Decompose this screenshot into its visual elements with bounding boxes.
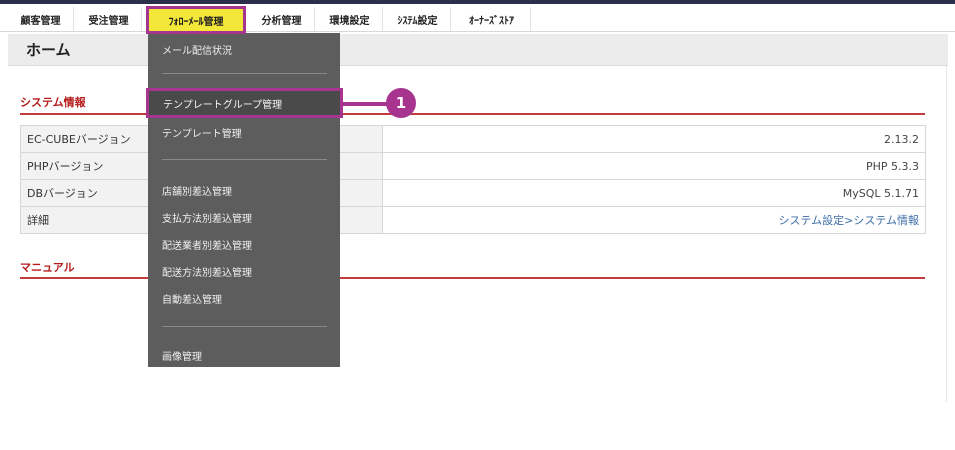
menu-separator bbox=[162, 159, 327, 160]
nav-item-analysis[interactable]: 分析管理 bbox=[249, 7, 315, 31]
row-value: 2.13.2 bbox=[382, 125, 926, 153]
menu-item-carrier-insert[interactable]: 配送業者別差込管理 bbox=[162, 237, 252, 252]
menu-item-template-manage[interactable]: テンプレート管理 bbox=[162, 125, 242, 140]
follow-mail-dropdown-menu: メール配信状況 テンプレート管理 店舗別差込管理 支払方法別差込管理 配送業者別… bbox=[148, 33, 340, 367]
nav-item-owners-store[interactable]: ｵｰﾅｰｽﾞｽﾄｱ bbox=[453, 7, 531, 31]
callout-pointer-icon bbox=[340, 102, 388, 106]
row-value: MySQL 5.1.71 bbox=[382, 179, 926, 207]
menu-item-mail-status[interactable]: メール配信状況 bbox=[162, 42, 232, 57]
main-nav: 顧客管理 受注管理 ﾌｫﾛｰﾒｰﾙ管理 分析管理 環境設定 ｼｽﾃﾑ設定 ｵｰﾅ… bbox=[0, 4, 955, 34]
menu-separator bbox=[162, 326, 327, 327]
page-title: ホーム bbox=[26, 41, 71, 59]
menu-separator bbox=[162, 73, 327, 74]
menu-item-template-group-manage[interactable]: テンプレートグループ管理 bbox=[146, 88, 343, 118]
content-right-edge bbox=[946, 66, 947, 402]
section-title-system-info: システム情報 bbox=[20, 96, 86, 109]
menu-item-image-manage[interactable]: 画像管理 bbox=[162, 348, 202, 363]
menu-item-delivery-insert[interactable]: 配送方法別差込管理 bbox=[162, 264, 252, 279]
menu-item-auto-insert[interactable]: 自動差込管理 bbox=[162, 291, 222, 306]
nav-item-environment[interactable]: 環境設定 bbox=[317, 7, 383, 31]
section-title-manual: マニュアル bbox=[20, 261, 75, 274]
nav-item-follow-mail[interactable]: ﾌｫﾛｰﾒｰﾙ管理 bbox=[146, 6, 246, 34]
system-info-link[interactable]: システム設定>システム情報 bbox=[382, 206, 926, 234]
nav-item-orders[interactable]: 受注管理 bbox=[76, 7, 142, 31]
callout-number-badge: 1 bbox=[386, 88, 416, 118]
menu-item-store-insert[interactable]: 店舗別差込管理 bbox=[162, 183, 232, 198]
nav-item-system-settings[interactable]: ｼｽﾃﾑ設定 bbox=[385, 7, 451, 31]
nav-item-customer[interactable]: 顧客管理 bbox=[8, 7, 74, 31]
row-value: PHP 5.3.3 bbox=[382, 152, 926, 180]
menu-item-payment-insert[interactable]: 支払方法別差込管理 bbox=[162, 210, 252, 225]
